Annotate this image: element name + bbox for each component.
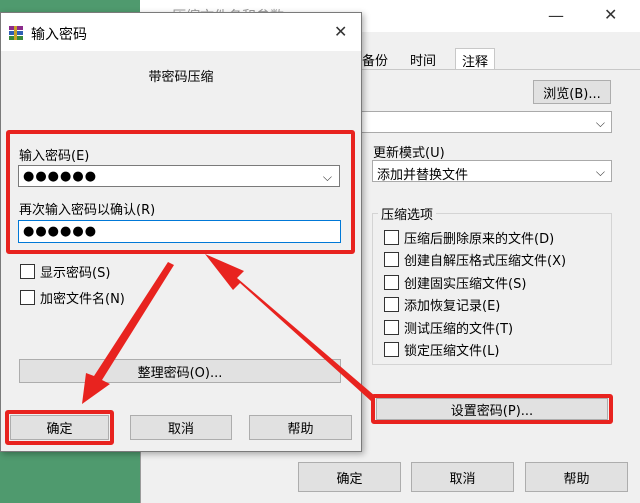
annotation-arrows	[82, 254, 375, 404]
arrow-to-password-fields	[205, 254, 375, 401]
arrow-to-ok	[82, 262, 174, 404]
